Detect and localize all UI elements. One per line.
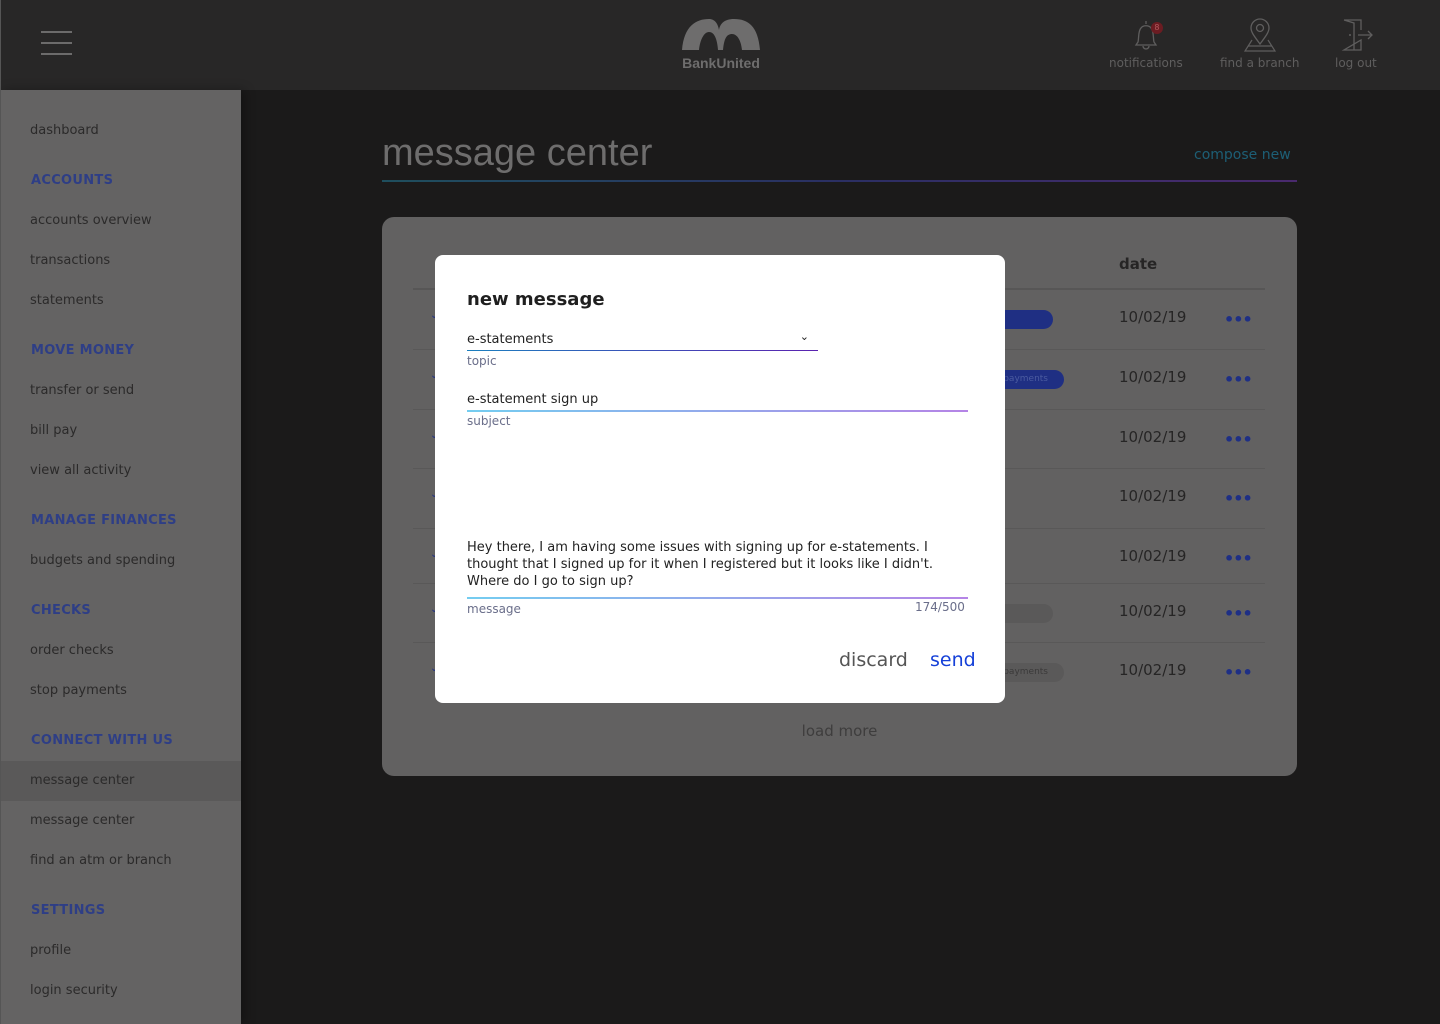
door-exit-icon	[1341, 19, 1373, 51]
sidebar-item-dashboard[interactable]: dashboard	[1, 111, 241, 151]
sidebar-item-transfer[interactable]: transfer or send	[1, 371, 241, 411]
message-label: message	[467, 602, 521, 616]
more-options-icon[interactable]: •••	[1224, 663, 1253, 682]
sidebar-item-view-activity[interactable]: view all activity	[1, 451, 241, 491]
sidebar-section-manage-finances: MANAGE FINANCES	[31, 513, 177, 528]
row-date: 10/02/19	[1119, 547, 1187, 565]
row-date: 10/02/19	[1119, 368, 1187, 386]
more-options-icon[interactable]: •••	[1224, 489, 1253, 508]
row-date: 10/02/19	[1119, 428, 1187, 446]
notification-count-badge: 8	[1150, 22, 1163, 34]
logo-arch-icon	[682, 19, 760, 50]
sidebar-item-message-center-active[interactable]: message center	[1, 761, 241, 801]
char-counter: 174/500	[915, 600, 965, 614]
row-date: 10/02/19	[1119, 602, 1187, 620]
find-branch-button[interactable]: find a branch	[1220, 18, 1299, 70]
logout-button[interactable]: log out	[1335, 18, 1377, 70]
sidebar-nav: dashboard ACCOUNTS accounts overview tra…	[0, 90, 241, 1024]
top-header: BankUnited 8 notifications find a branch…	[0, 0, 1440, 90]
row-date: 10/02/19	[1119, 487, 1187, 505]
notifications-button[interactable]: 8 notifications	[1109, 18, 1183, 70]
notifications-label: notifications	[1109, 56, 1183, 70]
new-message-dialog: new message e-statements ⌄ topic e-state…	[435, 255, 1005, 703]
map-pin-icon	[1243, 18, 1276, 52]
compose-new-link[interactable]: compose new	[1194, 147, 1291, 163]
logout-label: log out	[1335, 56, 1377, 70]
row-date: 10/02/19	[1119, 661, 1187, 679]
sidebar-item-accounts-overview[interactable]: accounts overview	[1, 201, 241, 241]
title-divider	[382, 180, 1297, 182]
topic-select[interactable]: e-statements ⌄	[467, 330, 817, 347]
sidebar-item-profile[interactable]: profile	[1, 931, 241, 971]
sidebar-item-message-center[interactable]: message center	[1, 801, 241, 841]
sidebar-section-settings: SETTINGS	[31, 903, 106, 918]
sidebar-item-transactions[interactable]: transactions	[1, 241, 241, 281]
sidebar-section-move-money: MOVE MONEY	[31, 343, 135, 358]
date-column-header: date	[1119, 255, 1158, 273]
sidebar-section-connect: CONNECT WITH US	[31, 733, 174, 748]
topic-label: topic	[467, 354, 497, 368]
bankunited-logo[interactable]: BankUnited	[681, 18, 761, 71]
more-options-icon[interactable]: •••	[1224, 310, 1253, 329]
dialog-title: new message	[467, 289, 605, 310]
sidebar-item-budgets[interactable]: budgets and spending	[1, 541, 241, 581]
message-underline	[467, 597, 968, 599]
sidebar-item-statements[interactable]: statements	[1, 281, 241, 321]
discard-button[interactable]: discard	[839, 649, 908, 671]
logo-text: BankUnited	[682, 55, 760, 71]
sidebar-item-find-atm[interactable]: find an atm or branch	[1, 841, 241, 881]
topic-value: e-statements	[467, 332, 554, 347]
chevron-down-icon: ⌄	[799, 330, 809, 343]
row-date: 10/02/19	[1119, 308, 1187, 326]
sidebar-section-accounts: ACCOUNTS	[31, 173, 114, 188]
message-textarea[interactable]: Hey there, I am having some issues with …	[467, 539, 967, 590]
subject-label: subject	[467, 414, 511, 428]
more-options-icon[interactable]: •••	[1224, 370, 1253, 389]
sidebar-section-checks: CHECKS	[31, 603, 92, 618]
sidebar-item-bill-pay[interactable]: bill pay	[1, 411, 241, 451]
sidebar-item-login-security[interactable]: login security	[1, 971, 241, 1011]
more-options-icon[interactable]: •••	[1224, 604, 1253, 623]
more-options-icon[interactable]: •••	[1224, 549, 1253, 568]
sidebar-item-stop-payments[interactable]: stop payments	[1, 671, 241, 711]
topic-underline	[467, 350, 818, 351]
page-title: message center	[382, 132, 653, 174]
sidebar-item-order-checks[interactable]: order checks	[1, 631, 241, 671]
hamburger-menu-icon[interactable]	[41, 31, 72, 55]
send-button[interactable]: send	[930, 649, 976, 671]
subject-underline	[467, 410, 968, 412]
subject-input[interactable]: e-statement sign up	[467, 392, 967, 407]
find-branch-label: find a branch	[1220, 56, 1300, 70]
load-more-button[interactable]: load more	[382, 722, 1297, 740]
more-options-icon[interactable]: •••	[1224, 430, 1253, 449]
